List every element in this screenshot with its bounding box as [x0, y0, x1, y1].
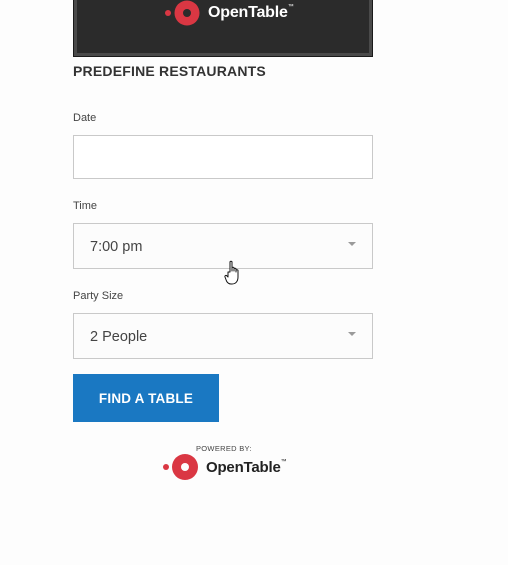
date-label: Date: [73, 112, 97, 124]
party-size-label: Party Size: [73, 290, 124, 302]
time-label: Time: [73, 200, 98, 212]
opentable-logo-icon: [163, 454, 198, 480]
banner-logo: OpenTable™: [164, 0, 294, 26]
powered-logo: OpenTable™: [162, 453, 287, 481]
party-size-select[interactable]: 2 People: [73, 313, 373, 359]
powered-by-label: POWERED BY:: [196, 444, 252, 453]
time-value: 7:00 pm: [90, 239, 143, 255]
find-a-table-button[interactable]: FIND A TABLE: [73, 374, 219, 422]
hand-cursor-icon: [224, 260, 239, 285]
time-select[interactable]: 7:00 pm: [73, 223, 373, 269]
chevron-down-icon: [348, 242, 356, 246]
reservation-widget: OpenTable™ PREDEFINE RESTAURANTS Date Ti…: [0, 0, 508, 565]
banner-wordmark: OpenTable™: [208, 4, 294, 21]
date-input[interactable]: [73, 135, 373, 179]
opentable-banner: OpenTable™: [73, 0, 373, 57]
section-title: PREDEFINE RESTAURANTS: [73, 63, 266, 79]
party-size-value: 2 People: [90, 329, 148, 345]
opentable-logo-icon: [165, 0, 200, 26]
powered-wordmark: OpenTable™: [206, 458, 287, 476]
chevron-down-icon: [348, 332, 356, 336]
